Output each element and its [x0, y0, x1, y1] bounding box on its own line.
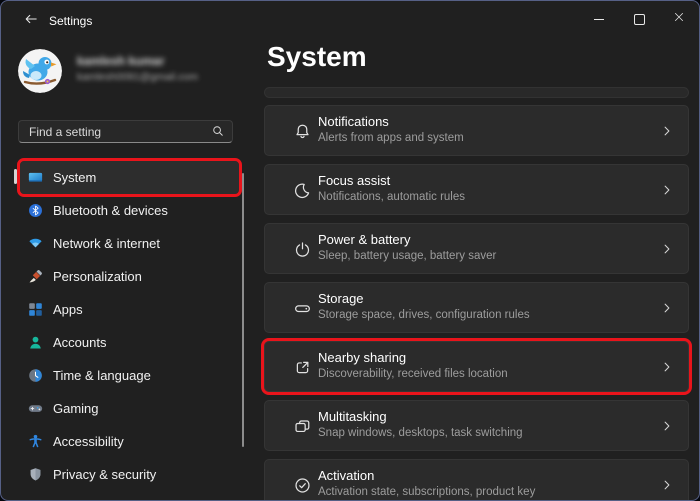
- chevron-right-icon: [660, 242, 674, 256]
- settings-card-list: Notifications Alerts from apps and syste…: [264, 87, 689, 501]
- sidebar-item-bluetooth-devices[interactable]: Bluetooth & devices: [20, 194, 239, 227]
- search-icon: [211, 124, 225, 143]
- paintbrush-icon: [27, 268, 44, 285]
- clock-icon: [27, 367, 44, 384]
- window-title: Settings: [49, 1, 92, 41]
- sidebar-item-accessibility[interactable]: Accessibility: [20, 425, 239, 458]
- user-name: kamlesh kumar: [77, 54, 164, 68]
- accessibility-icon: [27, 433, 44, 450]
- sidebar-nav: System Bluetooth & devices Network & int…: [1, 161, 249, 491]
- wifi-icon: [27, 235, 44, 252]
- shield-icon: [27, 466, 44, 483]
- person-icon: [27, 334, 44, 351]
- chevron-right-icon: [660, 419, 674, 433]
- search-box: [18, 120, 233, 143]
- page-title: System: [267, 41, 367, 73]
- maximize-button[interactable]: [619, 1, 659, 37]
- settings-card-multitasking[interactable]: Multitasking Snap windows, desktops, tas…: [264, 400, 689, 451]
- back-arrow-icon: [23, 11, 39, 32]
- back-button[interactable]: [17, 7, 45, 35]
- share-icon: [293, 358, 312, 377]
- chevron-right-icon: [660, 124, 674, 138]
- chevron-right-icon: [660, 478, 674, 492]
- checkmark-circle-icon: [293, 476, 312, 495]
- settings-card-activation[interactable]: Activation Activation state, subscriptio…: [264, 459, 689, 501]
- moon-icon: [293, 181, 312, 200]
- bell-icon: [293, 122, 312, 141]
- chevron-right-icon: [660, 183, 674, 197]
- sidebar-item-accounts[interactable]: Accounts: [20, 326, 239, 359]
- gamepad-icon: [27, 400, 44, 417]
- sidebar-item-apps[interactable]: Apps: [20, 293, 239, 326]
- chevron-right-icon: [660, 301, 674, 315]
- minimize-icon: [594, 19, 604, 20]
- settings-card-focus-assist[interactable]: Focus assist Notifications, automatic ru…: [264, 164, 689, 215]
- window-controls: [579, 1, 699, 37]
- settings-card-storage[interactable]: Storage Storage space, drives, configura…: [264, 282, 689, 333]
- settings-window: Settings kamlesh kumar kamlesh0091@g: [0, 0, 700, 501]
- sidebar-item-personalization[interactable]: Personalization: [20, 260, 239, 293]
- search-input[interactable]: [19, 121, 209, 142]
- settings-card-nearby-sharing[interactable]: Nearby sharing Discoverability, received…: [264, 341, 689, 392]
- power-icon: [293, 240, 312, 259]
- settings-card-notifications[interactable]: Notifications Alerts from apps and syste…: [264, 105, 689, 156]
- close-icon: [673, 10, 685, 28]
- display-icon: [27, 169, 44, 186]
- avatar: [18, 49, 62, 93]
- sidebar-item-system[interactable]: System: [20, 161, 239, 194]
- user-email: kamlesh0091@gmail.com: [77, 71, 198, 83]
- titlebar: Settings: [1, 1, 699, 41]
- storage-icon: [293, 299, 312, 318]
- apps-grid-icon: [27, 301, 44, 318]
- bluetooth-icon: [27, 202, 44, 219]
- sidebar-item-network-internet[interactable]: Network & internet: [20, 227, 239, 260]
- close-button[interactable]: [659, 1, 699, 37]
- settings-card-power-battery[interactable]: Power & battery Sleep, battery usage, ba…: [264, 223, 689, 274]
- minimize-button[interactable]: [579, 1, 619, 37]
- maximize-icon: [634, 14, 645, 25]
- chevron-right-icon: [660, 360, 674, 374]
- multitask-icon: [293, 417, 312, 436]
- sidebar-item-privacy-security[interactable]: Privacy & security: [20, 458, 239, 491]
- sidebar-item-gaming[interactable]: Gaming: [20, 392, 239, 425]
- partial-card-above[interactable]: [264, 87, 689, 98]
- sidebar-item-time-language[interactable]: Time & language: [20, 359, 239, 392]
- sidebar-scrollbar-thumb[interactable]: [242, 173, 244, 447]
